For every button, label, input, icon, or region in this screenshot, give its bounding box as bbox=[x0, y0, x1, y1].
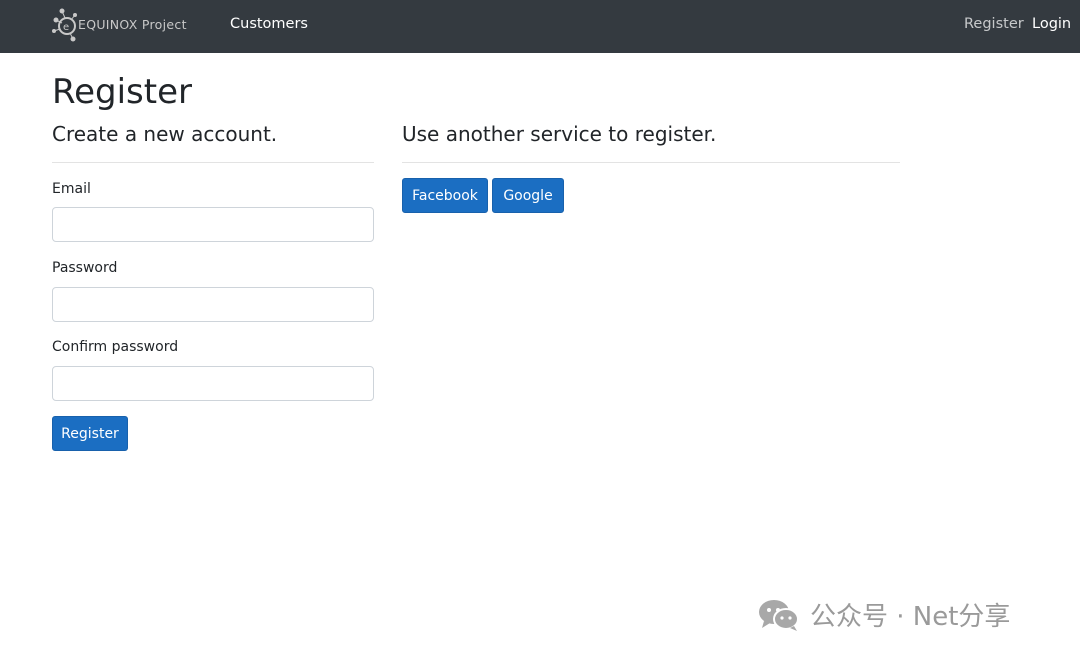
password-field[interactable] bbox=[52, 287, 374, 322]
external-register-heading: Use another service to register. bbox=[402, 122, 717, 146]
nav-customers-link[interactable]: Customers bbox=[230, 16, 308, 32]
confirm-password-field[interactable] bbox=[52, 366, 374, 401]
nav-login-link[interactable]: Login bbox=[1032, 16, 1071, 32]
watermark-text: 公众号 · Net分享 bbox=[810, 602, 1011, 632]
confirm-password-label: Confirm password bbox=[52, 339, 179, 355]
brand-text: EQUINOX Project bbox=[78, 17, 187, 32]
create-account-heading: Create a new account. bbox=[52, 122, 278, 146]
top-navbar: e EQUINOX Project Customers Register Log… bbox=[0, 0, 1080, 53]
google-button[interactable]: Google bbox=[492, 178, 564, 213]
brand-logo[interactable]: e EQUINOX Project bbox=[50, 6, 210, 44]
wechat-watermark: 公众号 · Net分享 bbox=[758, 596, 1010, 633]
left-divider bbox=[52, 162, 374, 163]
wechat-icon bbox=[759, 599, 799, 631]
password-label: Password bbox=[52, 260, 118, 276]
email-label: Email bbox=[52, 181, 91, 197]
equinox-logo-icon: e bbox=[52, 8, 77, 42]
email-field[interactable] bbox=[52, 207, 374, 242]
svg-text:e: e bbox=[63, 22, 69, 33]
facebook-button[interactable]: Facebook bbox=[402, 178, 488, 213]
register-button[interactable]: Register bbox=[52, 416, 128, 451]
page-title: Register bbox=[52, 72, 192, 112]
right-divider bbox=[402, 162, 900, 163]
nav-register-link[interactable]: Register bbox=[964, 16, 1024, 32]
